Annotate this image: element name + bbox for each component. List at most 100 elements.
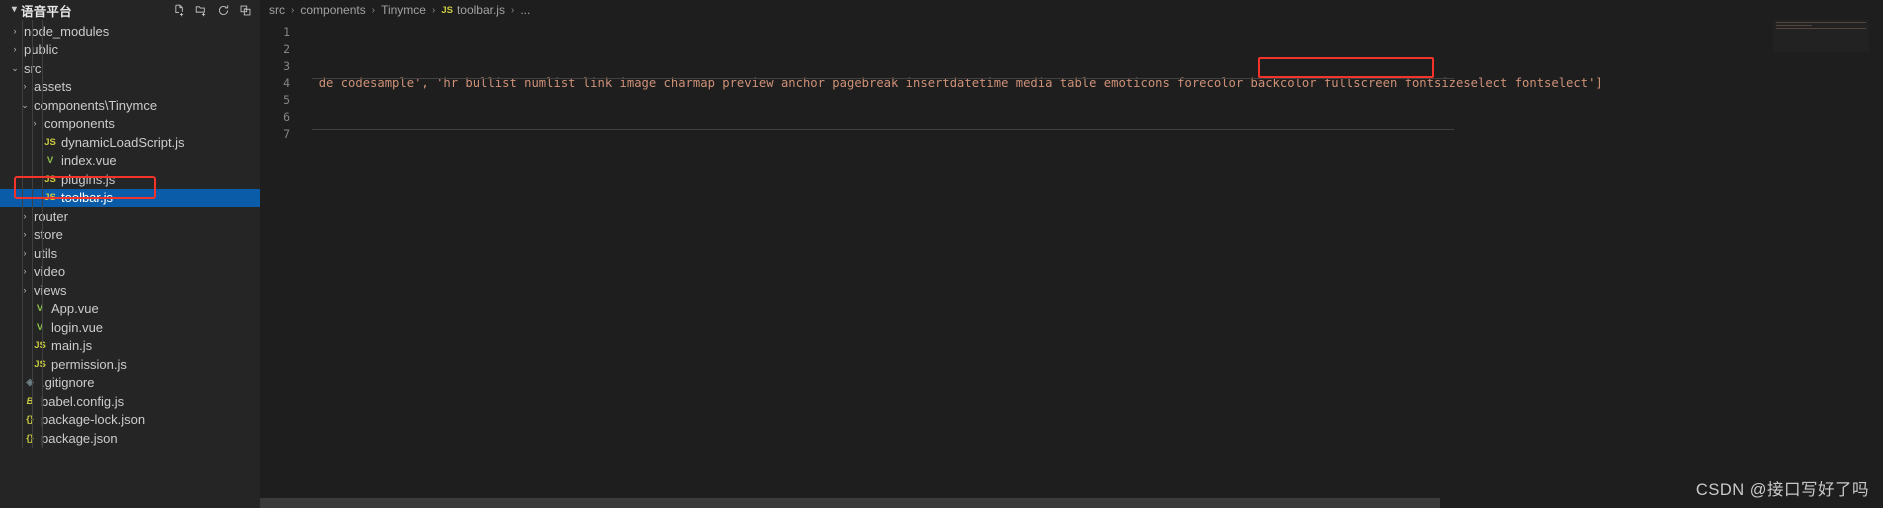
code-area[interactable]: 1 2 3 4 5 6 7 de codesample', 'hr bullist numl… [260, 20, 1883, 508]
line-number: 6 [283, 110, 290, 124]
tree-item-store[interactable]: › store [0, 226, 260, 245]
horizontal-scrollbar[interactable] [260, 498, 1870, 508]
tree-item-label: utils [34, 245, 58, 261]
breadcrumb: src › components › Tinymce › JS toolbar.… [260, 0, 1883, 20]
js-file-icon: JS [44, 173, 56, 185]
code-line[interactable] [304, 58, 1883, 75]
collapse-folders-icon[interactable] [237, 2, 254, 18]
tree-item-label: views [34, 282, 67, 298]
tree-item-package-lock.json[interactable]: {} package-lock.json [0, 411, 260, 430]
git-file-icon: ◈ [26, 377, 34, 389]
explorer-root-title: 语音平台 [21, 4, 72, 19]
line-number: 5 [283, 93, 290, 107]
tree-item-components-tinymce[interactable]: ⌄ components\Tinymce [0, 96, 260, 115]
line-number: 2 [283, 42, 290, 56]
babel-file-icon: B [26, 395, 34, 407]
tree-item-label: .gitignore [41, 375, 95, 391]
line-number-gutter: 1 2 3 4 5 6 7 [260, 20, 304, 508]
tree-item-label: package.json [41, 430, 118, 446]
tree-item-dynamicloadscript.js[interactable]: JS dynamicLoadScript.js [0, 133, 260, 152]
tree-item-label: assets [34, 79, 72, 95]
code-content[interactable]: de codesample', 'hr bullist numlist link… [304, 20, 1883, 508]
tree-item-index.vue[interactable]: Vindex.vue [0, 152, 260, 171]
new-file-icon[interactable] [171, 2, 188, 18]
tree-item-label: App.vue [51, 301, 99, 317]
breadcrumb-separator-icon: › [510, 4, 515, 16]
editor-line-rule [312, 78, 1454, 79]
tree-item-label: login.vue [51, 319, 104, 335]
code-line[interactable] [304, 24, 1883, 41]
tree-item-components[interactable]: › components [0, 115, 260, 134]
tree-item-label: permission.js [51, 356, 127, 372]
tree-item-app.vue[interactable]: V App.vue [0, 300, 260, 319]
tree-item-label: components\Tinymce [34, 97, 158, 113]
explorer-actions [171, 2, 254, 18]
chevron-right-icon[interactable]: › [8, 45, 22, 54]
chevron-right-icon[interactable]: › [18, 230, 32, 239]
chevron-down-icon[interactable]: ▾ [8, 5, 21, 15]
js-file-icon: JS [34, 340, 46, 352]
watermark: CSDN @接口写好了吗 [1695, 481, 1869, 499]
tree-item-label: package-lock.json [41, 412, 146, 428]
tree-item-label: plugins.js [61, 171, 116, 187]
tree-item-toolbar.js[interactable]: JS toolbar.js [0, 188, 260, 207]
minimap-line [1776, 25, 1813, 26]
tree-item-babel.config.js[interactable]: Bbabel.config.js [0, 392, 260, 411]
tree-item-permission.js[interactable]: JS permission.js [0, 355, 260, 374]
tree-item-utils[interactable]: › utils [0, 244, 260, 263]
tree-item-main.js[interactable]: JS main.js [0, 337, 260, 356]
tree-item-plugins.js[interactable]: JS plugins.js [0, 170, 260, 189]
chevron-right-icon[interactable]: › [18, 267, 32, 276]
chevron-right-icon[interactable]: › [8, 26, 22, 36]
breadcrumb-item-src[interactable]: src [268, 3, 286, 17]
line-number: 3 [283, 59, 290, 73]
vscode-window: ▾ 语音平台 › node_modules › public ⌄ › asset… [0, 0, 1883, 508]
chevron-right-icon[interactable]: › [18, 82, 32, 91]
breadcrumb-file-label: toolbar.js [456, 3, 505, 17]
code-line[interactable] [304, 92, 1883, 109]
json-file-icon: {} [26, 432, 34, 444]
new-folder-icon[interactable] [193, 2, 210, 18]
tree-item-label: components [44, 116, 115, 132]
tree-item-node-modules[interactable]: › node_modules [0, 22, 260, 41]
tree-item-login.vue[interactable]: Vlogin.vue [0, 318, 260, 337]
indent-guide [42, 20, 43, 448]
minimap[interactable] [1773, 20, 1869, 52]
tree-item-label: node_modules [24, 23, 110, 39]
file-tree: ›node_modules›public⌄src›assets⌄componen… [0, 20, 260, 448]
tree-item-label: index.vue [61, 153, 117, 169]
tree-item-src[interactable]: ⌄src [0, 59, 260, 78]
vertical-scrollbar[interactable] [1870, 20, 1883, 508]
indent-guide [32, 20, 33, 448]
line-number: 7 [283, 127, 290, 141]
tree-item-label: router [34, 208, 68, 224]
code-line[interactable] [304, 41, 1883, 58]
line-number: 4 [283, 76, 290, 90]
code-line[interactable] [304, 109, 1883, 126]
tree-item-public[interactable]: › public [0, 41, 260, 60]
breadcrumb-separator-icon: › [431, 4, 436, 16]
breadcrumb-item-tinymce[interactable]: Tinymce [380, 3, 427, 17]
tree-item-label: main.js [51, 338, 93, 354]
tree-item-label: public [24, 42, 58, 58]
chevron-right-icon[interactable]: › [18, 211, 32, 221]
tree-item-assets[interactable]: › assets [0, 78, 260, 97]
breadcrumb-more[interactable]: ... [519, 3, 531, 17]
breadcrumb-item-components[interactable]: components [299, 3, 366, 17]
chevron-right-icon[interactable]: › [18, 248, 32, 258]
horizontal-scrollbar-thumb[interactable] [260, 498, 1440, 508]
chevron-right-icon[interactable]: › [28, 119, 42, 128]
editor-line-rule [312, 129, 1454, 130]
tree-item-package.json[interactable]: {} package.json [0, 429, 260, 448]
tree-item-video[interactable]: › video [0, 263, 260, 282]
tree-item-views[interactable]: › views [0, 281, 260, 300]
tree-item-.gitignore[interactable]: ◈ .gitignore [0, 374, 260, 393]
chevron-right-icon[interactable]: › [18, 285, 32, 295]
vue-file-icon: V [36, 321, 44, 333]
chevron-down-icon[interactable]: ⌄ [18, 100, 32, 110]
breadcrumb-item-file[interactable]: JS toolbar.js [440, 3, 506, 17]
tree-item-router[interactable]: › router [0, 207, 260, 226]
chevron-down-icon[interactable]: ⌄ [8, 63, 22, 73]
vue-file-icon: V [36, 303, 44, 315]
refresh-explorer-icon[interactable] [215, 2, 232, 18]
